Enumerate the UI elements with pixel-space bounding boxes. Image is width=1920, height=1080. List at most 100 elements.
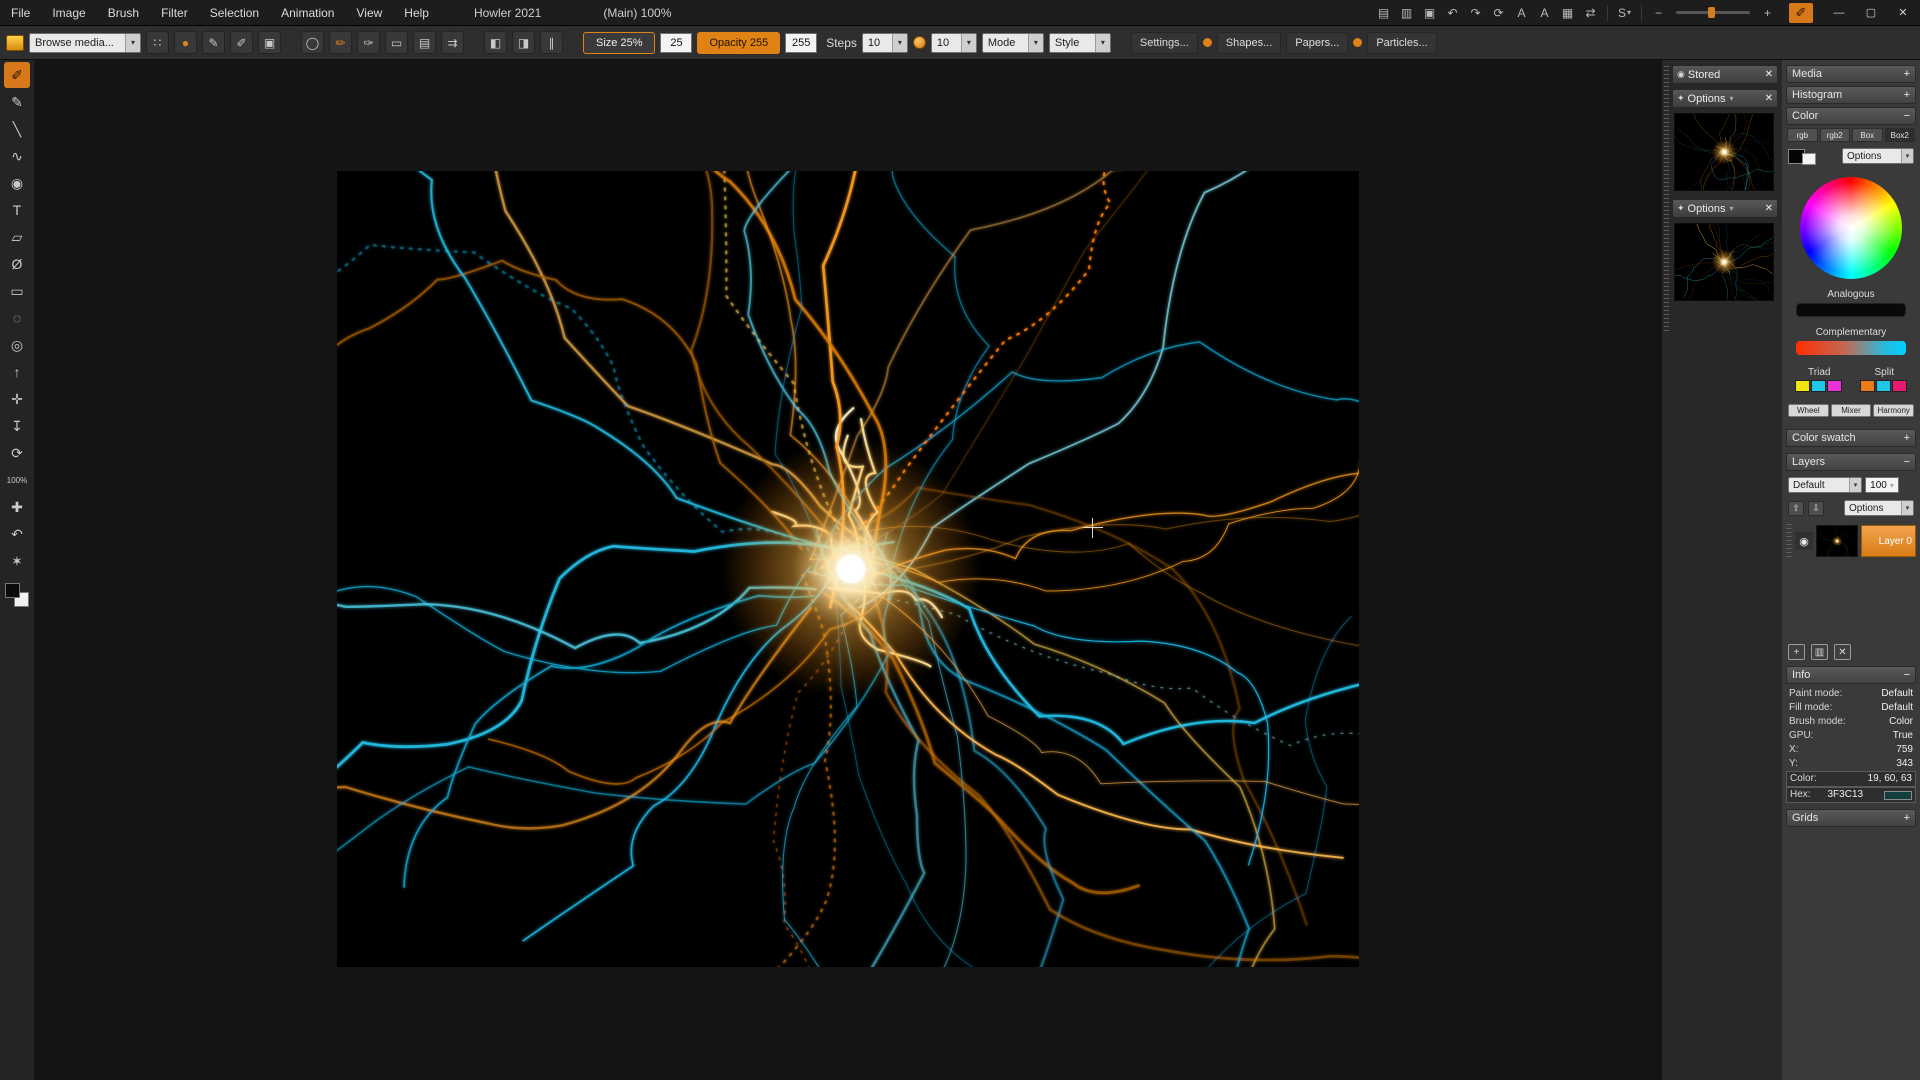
tab-box[interactable]: Box xyxy=(1852,128,1883,142)
preview-thumbnail-2[interactable] xyxy=(1674,223,1774,301)
add-tool[interactable]: ✚ xyxy=(4,494,30,520)
clone-icon[interactable]: ▣ xyxy=(258,31,281,54)
complementary-bar[interactable] xyxy=(1796,341,1906,355)
flip-horizontal-icon[interactable]: ◧ xyxy=(484,31,507,54)
doc-copy-icon[interactable]: ▥ xyxy=(1396,3,1417,23)
menu-view[interactable]: View xyxy=(345,0,393,25)
split-swatch-2[interactable] xyxy=(1876,380,1891,392)
stroke-style-button[interactable]: S ▾ xyxy=(1614,3,1635,23)
crop-tool[interactable]: ▱ xyxy=(4,224,30,250)
repeat-icon[interactable]: ⟳ xyxy=(1488,3,1509,23)
minimize-button[interactable]: — xyxy=(1824,2,1854,24)
media-section-header[interactable]: Media + xyxy=(1786,65,1916,83)
eye-icon[interactable]: ◉ xyxy=(1677,69,1685,80)
arrows-icon[interactable]: ⇉ xyxy=(441,31,464,54)
split-swatch-1[interactable] xyxy=(1860,380,1875,392)
color-options-dropdown[interactable]: Options ▾ xyxy=(1842,148,1914,164)
menu-animation[interactable]: Animation xyxy=(270,0,345,25)
stored-panel-header[interactable]: ◉ Stored ✕ xyxy=(1672,65,1778,84)
zoom-slider[interactable] xyxy=(1676,11,1750,14)
curve-tool[interactable]: ∿ xyxy=(4,143,30,169)
size-value-field[interactable]: 25 xyxy=(660,33,692,53)
menu-file[interactable]: File xyxy=(0,0,41,25)
duplicate-layer-icon[interactable]: ▥ xyxy=(1811,644,1828,660)
fill-tool[interactable]: ◉ xyxy=(4,170,30,196)
pin-icon[interactable]: ✦ xyxy=(1677,203,1685,214)
layer-row[interactable]: ◉ Layer 0 xyxy=(1786,524,1916,558)
zoom-slider-knob[interactable] xyxy=(1708,7,1715,18)
tab-rgb2[interactable]: rgb2 xyxy=(1820,128,1851,142)
color-dot-icon[interactable]: ● xyxy=(174,31,197,54)
magic-tool[interactable]: ✶ xyxy=(4,548,30,574)
info-section-header[interactable]: Info − xyxy=(1786,666,1916,684)
options-panel-2-header[interactable]: ✦ Options ▾ ✕ xyxy=(1672,199,1778,218)
color-wheel[interactable] xyxy=(1800,177,1902,279)
analogous-bar[interactable] xyxy=(1796,303,1906,317)
eraser-icon[interactable]: ▭ xyxy=(385,31,408,54)
swap-icon[interactable]: ⇄ xyxy=(1580,3,1601,23)
expand-icon[interactable]: + xyxy=(1904,89,1910,101)
shear-icon[interactable]: ∥ xyxy=(540,31,563,54)
tab-mixer[interactable]: Mixer xyxy=(1831,404,1872,417)
split-swatch-3[interactable] xyxy=(1892,380,1907,392)
pressure-icon[interactable] xyxy=(913,36,926,49)
triad-swatches[interactable] xyxy=(1795,380,1842,392)
text-large-icon[interactable]: A xyxy=(1534,3,1555,23)
layer-grip[interactable] xyxy=(1786,524,1792,558)
rect-select-tool[interactable]: ▭ xyxy=(4,278,30,304)
ellipse-icon[interactable]: ◯ xyxy=(301,31,324,54)
rotate-tool[interactable]: ⟳ xyxy=(4,440,30,466)
redo-icon[interactable]: ↷ xyxy=(1465,3,1486,23)
menu-help[interactable]: Help xyxy=(393,0,440,25)
zoom-in-button[interactable]: + xyxy=(1757,3,1778,23)
mode-dropdown[interactable]: Mode ▾ xyxy=(982,33,1044,53)
collapse-icon[interactable]: − xyxy=(1904,669,1910,681)
preview-thumbnail-1[interactable] xyxy=(1674,113,1774,191)
layers-section-header[interactable]: Layers − xyxy=(1786,453,1916,471)
menu-selection[interactable]: Selection xyxy=(199,0,270,25)
undo-icon[interactable]: ↶ xyxy=(1442,3,1463,23)
doc-prev-icon[interactable]: ▤ xyxy=(1373,3,1394,23)
close-icon[interactable]: ✕ xyxy=(1765,69,1773,80)
menu-image[interactable]: Image xyxy=(41,0,96,25)
panel-grip[interactable] xyxy=(1664,66,1669,332)
tab-wheel[interactable]: Wheel xyxy=(1788,404,1829,417)
menu-brush[interactable]: Brush xyxy=(97,0,150,25)
text-tool[interactable]: T xyxy=(4,197,30,223)
papers-button[interactable]: Papers... xyxy=(1286,32,1348,54)
color-swatch-section-header[interactable]: Color swatch + xyxy=(1786,429,1916,447)
settings-button[interactable]: Settings... xyxy=(1131,32,1198,54)
page-icon[interactable]: ▤ xyxy=(413,31,436,54)
color-section-header[interactable]: Color − xyxy=(1786,107,1916,125)
move-tool[interactable]: ✛ xyxy=(4,386,30,412)
histogram-section-header[interactable]: Histogram + xyxy=(1786,86,1916,104)
layer-name[interactable]: Layer 0 xyxy=(1861,525,1916,557)
collapse-icon[interactable]: − xyxy=(1904,456,1910,468)
doc-next-icon[interactable]: ▣ xyxy=(1419,3,1440,23)
shapes-button[interactable]: Shapes... xyxy=(1217,32,1281,54)
color-swatch-pair[interactable] xyxy=(5,583,29,607)
triad-swatch-1[interactable] xyxy=(1795,380,1810,392)
expand-icon[interactable]: + xyxy=(1904,812,1910,824)
close-icon[interactable]: ✕ xyxy=(1765,203,1773,214)
layer-thumbnail[interactable] xyxy=(1816,525,1858,557)
expand-icon[interactable]: + xyxy=(1904,68,1910,80)
pen-icon[interactable]: ✎ xyxy=(202,31,225,54)
new-layer-icon[interactable]: + xyxy=(1788,644,1805,660)
flip-vertical-icon[interactable]: ◨ xyxy=(512,31,535,54)
brush-tool[interactable]: ✐ xyxy=(4,62,30,88)
triad-swatch-3[interactable] xyxy=(1827,380,1842,392)
eyedropper-icon[interactable]: ✐ xyxy=(230,31,253,54)
grids-section-header[interactable]: Grids + xyxy=(1786,809,1916,827)
marker-icon[interactable]: ✑ xyxy=(357,31,380,54)
text-small-icon[interactable]: A xyxy=(1511,3,1532,23)
browse-icon[interactable] xyxy=(6,35,24,51)
collapse-icon[interactable]: − xyxy=(1904,110,1910,122)
particles-button[interactable]: Particles... xyxy=(1367,32,1436,54)
pencil-icon[interactable]: ✏ xyxy=(329,31,352,54)
active-brush-button[interactable]: ✐ xyxy=(1789,3,1813,23)
layer-mode-dropdown[interactable]: Default ▾ xyxy=(1788,477,1862,493)
layer-opacity-field[interactable]: 100 ▾ xyxy=(1865,477,1899,493)
layer-up-icon[interactable]: ⇧ xyxy=(1788,501,1804,516)
layer-visibility-icon[interactable]: ◉ xyxy=(1795,532,1813,550)
